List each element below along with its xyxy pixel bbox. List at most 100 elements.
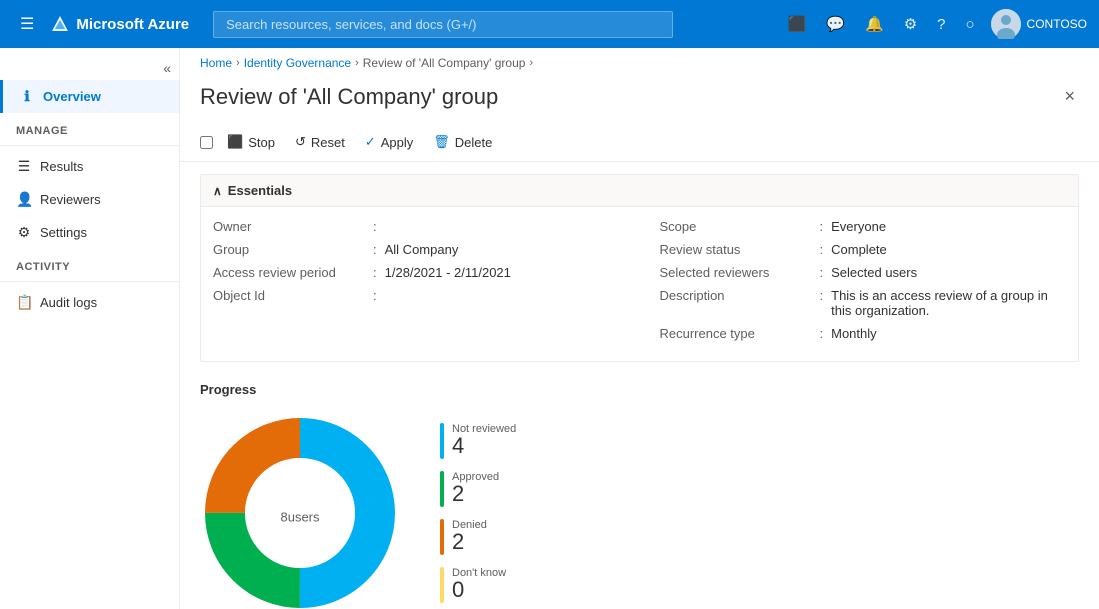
progress-title: Progress <box>200 382 1079 397</box>
topbar: ☰ Microsoft Azure ⬛ 💬 🔔 ⚙ ? ○ CONTOSO <box>0 0 1099 48</box>
donut-users-label: users <box>288 510 320 525</box>
period-label: Access review period <box>213 265 373 280</box>
legend-count-approved: 2 <box>452 483 499 505</box>
essentials-row-scope: Scope : Everyone <box>660 219 1067 234</box>
collapse-icon[interactable]: « <box>163 60 171 76</box>
legend-bar-approved <box>440 471 444 507</box>
legend-item-not-reviewed: Not reviewed 4 <box>440 423 516 459</box>
description-value: This is an access review of a group in t… <box>831 288 1066 318</box>
cloud-shell-icon[interactable]: ⬛ <box>780 9 815 39</box>
sidebar-divider-2 <box>0 281 179 282</box>
legend-item-dont-know: Don't know 0 <box>440 567 516 603</box>
stop-label: Stop <box>248 135 275 150</box>
legend-bar-not-reviewed <box>440 423 444 459</box>
feedback-icon[interactable]: 💬 <box>818 9 853 39</box>
delete-button[interactable]: 🗑 Delete <box>423 129 502 155</box>
select-all-checkbox[interactable] <box>200 136 213 149</box>
legend-text-dont-know: Don't know 0 <box>452 567 506 601</box>
sidebar-item-overview[interactable]: ℹ Overview <box>0 80 179 113</box>
breadcrumb: Home › Identity Governance › Review of '… <box>180 48 1099 78</box>
recurrence-value: Monthly <box>831 326 877 341</box>
essentials-row-reviewers: Selected reviewers : Selected users <box>660 265 1067 280</box>
notifications-icon[interactable]: 🔔 <box>857 9 892 39</box>
content-area: Home › Identity Governance › Review of '… <box>180 48 1099 609</box>
essentials-row-group: Group : All Company <box>213 242 620 257</box>
breadcrumb-sep-3: › <box>529 57 533 69</box>
essentials-header[interactable]: ∧ Essentials <box>201 175 1078 207</box>
review-status-label: Review status <box>660 242 820 257</box>
sidebar-divider-1 <box>0 145 179 146</box>
username-label: CONTOSO <box>1027 17 1087 31</box>
overview-icon: ℹ <box>19 88 35 105</box>
reset-icon: ↺ <box>295 134 306 150</box>
toolbar: ⬛ Stop ↺ Reset ✓ Apply 🗑 Delete <box>180 123 1099 162</box>
reviewers-icon: 👤 <box>16 191 32 208</box>
recurrence-label: Recurrence type <box>660 326 820 341</box>
sidebar-collapse[interactable]: « <box>0 56 179 80</box>
delete-label: Delete <box>455 135 493 150</box>
logo-text: Microsoft Azure <box>76 16 189 33</box>
sidebar-item-reviewers-label: Reviewers <box>40 192 101 207</box>
breadcrumb-home[interactable]: Home <box>200 56 232 70</box>
help-icon[interactable]: ? <box>929 10 953 39</box>
essentials-content: Owner : Group : All Company Access revie… <box>201 207 1078 361</box>
essentials-right: Scope : Everyone Review status : Complet… <box>660 219 1067 349</box>
progress-section: Progress <box>200 382 1079 609</box>
selected-reviewers-label: Selected reviewers <box>660 265 820 280</box>
breadcrumb-current: Review of 'All Company' group <box>363 56 526 70</box>
breadcrumb-identity-governance[interactable]: Identity Governance <box>244 56 351 70</box>
apply-icon: ✓ <box>365 134 376 150</box>
settings-sidebar-icon: ⚙ <box>16 224 32 241</box>
review-status-value: Complete <box>831 242 887 257</box>
essentials-left: Owner : Group : All Company Access revie… <box>213 219 620 349</box>
sidebar-item-audit-logs[interactable]: 📋 Audit logs <box>0 286 179 319</box>
description-label: Description <box>660 288 820 303</box>
settings-icon[interactable]: ⚙ <box>896 9 925 39</box>
apply-label: Apply <box>381 135 414 150</box>
sidebar-item-settings-label: Settings <box>40 225 87 240</box>
selected-reviewers-value: Selected users <box>831 265 917 280</box>
essentials-row-description: Description : This is an access review o… <box>660 288 1067 318</box>
sidebar-item-reviewers[interactable]: 👤 Reviewers <box>0 183 179 216</box>
apply-button[interactable]: ✓ Apply <box>355 129 423 155</box>
azure-logo: Microsoft Azure <box>50 14 189 34</box>
period-value: 1/28/2021 - 2/11/2021 <box>385 265 511 280</box>
results-icon: ☰ <box>16 158 32 175</box>
sidebar-item-results[interactable]: ☰ Results <box>0 150 179 183</box>
sidebar-item-results-label: Results <box>40 159 83 174</box>
activity-section-label: Activity <box>0 249 179 277</box>
legend-count-denied: 2 <box>452 531 487 553</box>
page-title: Review of 'All Company' group <box>200 84 498 110</box>
essentials-row-period: Access review period : 1/28/2021 - 2/11/… <box>213 265 620 280</box>
stop-button[interactable]: ⬛ Stop <box>217 129 285 155</box>
group-label: Group <box>213 242 373 257</box>
sidebar-item-settings[interactable]: ⚙ Settings <box>0 216 179 249</box>
legend-text-not-reviewed: Not reviewed 4 <box>452 423 516 457</box>
page-header: Review of 'All Company' group × <box>180 78 1099 123</box>
essentials-row-objectid: Object Id : <box>213 288 620 303</box>
donut-center-label: 8users <box>280 498 319 529</box>
progress-content: 8users Not reviewed 4 <box>200 413 1079 609</box>
close-button[interactable]: × <box>1060 82 1079 111</box>
avatar[interactable] <box>991 9 1021 39</box>
account-icon[interactable]: ○ <box>957 10 982 39</box>
hamburger-icon[interactable]: ☰ <box>12 10 42 38</box>
legend-item-denied: Denied 2 <box>440 519 516 555</box>
audit-icon: 📋 <box>16 294 32 311</box>
sidebar: « ℹ Overview Manage ☰ Results 👤 Reviewer… <box>0 48 180 609</box>
breadcrumb-sep-2: › <box>355 57 359 69</box>
objectid-label: Object Id <box>213 288 373 303</box>
legend-count-not-reviewed: 4 <box>452 435 516 457</box>
legend-count-dont-know: 0 <box>452 579 506 601</box>
stop-icon: ⬛ <box>227 134 243 150</box>
essentials-chevron-icon: ∧ <box>213 184 222 198</box>
reset-button[interactable]: ↺ Reset <box>285 129 355 155</box>
legend-bar-dont-know <box>440 567 444 603</box>
breadcrumb-sep-1: › <box>236 57 240 69</box>
sidebar-item-overview-label: Overview <box>43 89 101 104</box>
owner-label: Owner <box>213 219 373 234</box>
essentials-row-owner: Owner : <box>213 219 620 234</box>
search-input[interactable] <box>213 11 673 38</box>
legend-text-denied: Denied 2 <box>452 519 487 553</box>
scope-value: Everyone <box>831 219 886 234</box>
